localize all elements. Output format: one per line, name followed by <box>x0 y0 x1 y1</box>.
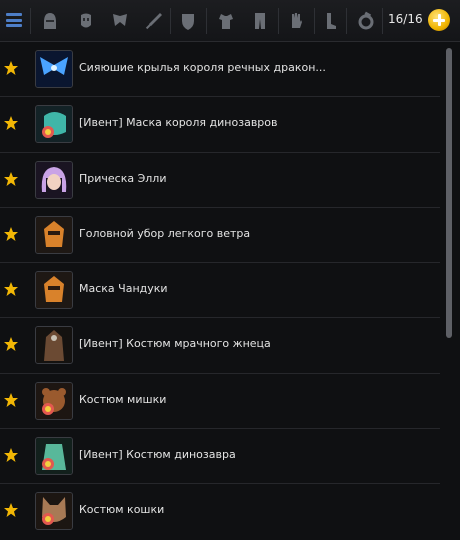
favorite-star-icon[interactable] <box>3 392 19 408</box>
list-item[interactable]: [Ивент] Костюм мрачного жнеца <box>0 318 440 374</box>
list-item[interactable]: Маска Чандуки <box>0 263 440 319</box>
sword-icon[interactable] <box>144 9 164 33</box>
wings-icon[interactable] <box>110 9 130 33</box>
hair-icon <box>35 160 73 199</box>
favorite-star-icon[interactable] <box>3 115 19 131</box>
list-item[interactable]: Костюм кошки <box>0 484 440 539</box>
favorite-star-icon[interactable] <box>3 336 19 352</box>
list-item[interactable]: [Ивент] Маска короля динозавров <box>0 97 440 153</box>
mask-icon[interactable] <box>76 9 96 33</box>
shield-icon[interactable] <box>178 9 198 33</box>
favorite-star-icon[interactable] <box>3 226 19 242</box>
headgear-icon <box>35 215 73 254</box>
list-item[interactable]: Костюм мишки <box>0 374 440 430</box>
item-name: Прическа Элли <box>79 171 167 185</box>
inventory-count: 16/16 <box>388 12 423 26</box>
dino-suit-icon <box>35 437 73 476</box>
wings-icon <box>35 50 73 88</box>
item-name: [Ивент] Костюм динозавра <box>79 448 236 462</box>
divider <box>206 8 207 34</box>
item-name: [Ивент] Костюм мрачного жнеца <box>79 337 271 351</box>
favorite-star-icon[interactable] <box>3 281 19 297</box>
pants-icon[interactable] <box>250 9 270 33</box>
divider <box>278 8 279 34</box>
ring-icon[interactable] <box>356 9 376 33</box>
item-name: Маска Чандуки <box>79 282 168 296</box>
divider <box>382 8 383 34</box>
cat-icon <box>35 492 73 531</box>
list-item[interactable]: [Ивент] Костюм динозавра <box>0 429 440 485</box>
bear-icon <box>35 381 73 420</box>
helmet-icon[interactable] <box>40 9 60 33</box>
item-name: [Ивент] Маска короля динозавров <box>79 116 278 130</box>
boots-icon[interactable] <box>320 9 340 33</box>
reaper-icon <box>35 326 73 365</box>
item-name: Костюм кошки <box>79 503 165 517</box>
equipment-toolbar: 16/16 <box>0 0 460 42</box>
divider <box>346 8 347 34</box>
divider <box>314 8 315 34</box>
menu-icon[interactable] <box>4 10 24 30</box>
item-list: Сияюшие крылья короля речных дракон... [И… <box>0 42 440 538</box>
gloves-icon[interactable] <box>286 9 306 33</box>
favorite-star-icon[interactable] <box>3 447 19 463</box>
list-item[interactable]: Прическа Элли <box>0 153 440 208</box>
divider <box>30 8 31 34</box>
plus-icon[interactable] <box>428 9 450 31</box>
item-name: Костюм мишки <box>79 392 167 406</box>
item-name: Головной убор легкого ветра <box>79 226 251 240</box>
dino-mask-icon <box>35 105 73 144</box>
list-item[interactable]: Сияюшие крылья короля речных дракон... <box>0 42 440 98</box>
scrollbar[interactable] <box>446 48 452 338</box>
list-item[interactable]: Головной убор легкого ветра <box>0 208 440 264</box>
headgear-icon <box>35 271 73 310</box>
armor-icon[interactable] <box>216 9 236 33</box>
divider <box>170 8 171 34</box>
favorite-star-icon[interactable] <box>3 502 19 518</box>
favorite-star-icon[interactable] <box>3 171 19 187</box>
favorite-star-icon[interactable] <box>3 60 19 76</box>
item-name: Сияюшие крылья короля речных дракон... <box>79 61 326 74</box>
